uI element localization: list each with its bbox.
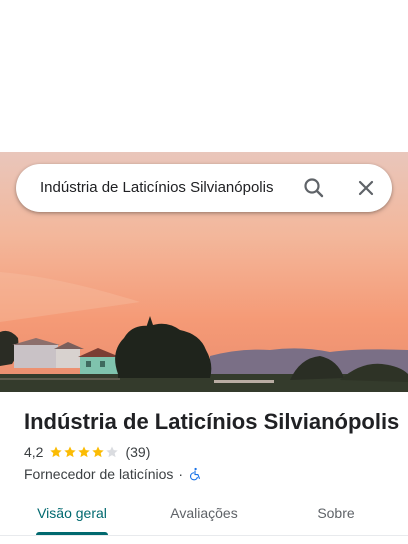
star-icon [92, 446, 105, 458]
wheelchair-icon [190, 467, 201, 481]
place-tabs: Visão geral Avaliações Sobre [0, 496, 408, 544]
review-count[interactable]: (39) [125, 444, 150, 460]
search-input[interactable]: Indústria de Laticínios Silvianópolis [40, 164, 273, 212]
tabs-divider [0, 535, 408, 536]
place-category[interactable]: Fornecedor de laticínios [24, 466, 173, 482]
tab-overview[interactable]: Visão geral [24, 496, 120, 536]
rating-stars [49, 445, 119, 459]
tab-about[interactable]: Sobre [296, 496, 376, 536]
star-empty-icon [106, 446, 119, 458]
star-icon [64, 446, 77, 458]
map-area-blank [0, 0, 408, 152]
close-icon[interactable] [352, 174, 380, 202]
star-icon [78, 446, 91, 458]
rating-value: 4,2 [24, 444, 44, 460]
rating-row[interactable]: 4,2 (39) [24, 442, 150, 462]
search-box[interactable]: Indústria de Laticínios Silvianópolis [16, 164, 392, 212]
star-icon [50, 446, 63, 458]
tab-reviews[interactable]: Avaliações [152, 496, 256, 536]
category-row: Fornecedor de laticínios · [24, 464, 202, 484]
separator: · [178, 466, 184, 482]
place-title: Indústria de Laticínios Silvianópolis [24, 409, 400, 434]
search-icon[interactable] [300, 174, 328, 202]
